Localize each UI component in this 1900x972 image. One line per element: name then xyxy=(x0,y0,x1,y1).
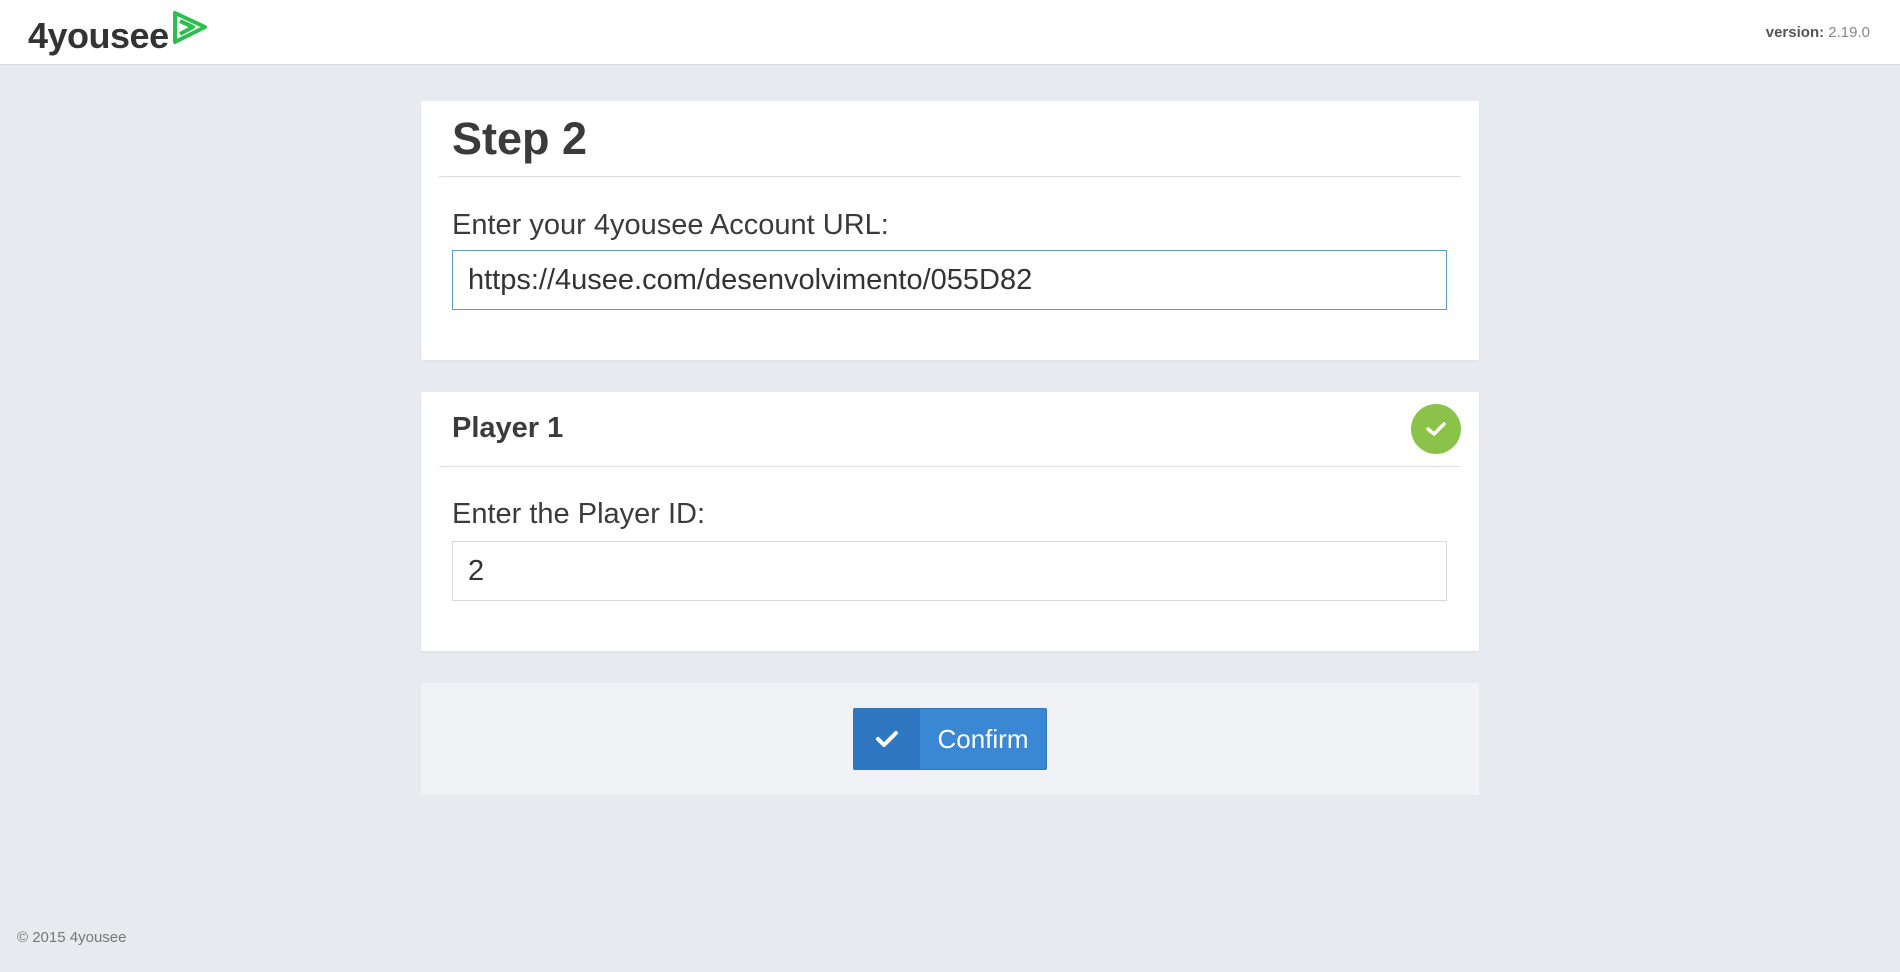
step-title: Step 2 xyxy=(452,113,588,164)
confirm-icon-box xyxy=(854,709,920,769)
top-bar: 4yousee version: 2.19.0 xyxy=(0,0,1900,65)
player-id-label: Enter the Player ID: xyxy=(452,498,706,530)
confirm-button[interactable]: Confirm xyxy=(853,708,1047,770)
version-value: 2.19.0 xyxy=(1828,24,1870,41)
check-icon xyxy=(876,731,898,747)
account-url-label: Enter your 4yousee Account URL: xyxy=(452,209,889,241)
logo: 4yousee xyxy=(28,10,209,60)
player-card: Player 1 Enter the Player ID: xyxy=(421,392,1479,651)
step-card-header: Step 2 xyxy=(439,101,1461,177)
player-id-input[interactable] xyxy=(452,541,1447,601)
check-icon xyxy=(1426,422,1446,436)
step-card: Step 2 Enter your 4yousee Account URL: xyxy=(421,101,1479,360)
check-circle-icon xyxy=(1411,404,1461,454)
account-url-input[interactable] xyxy=(452,250,1447,310)
player-card-header: Player 1 xyxy=(439,392,1461,467)
play-triangle-icon xyxy=(172,11,207,44)
actions-panel: Confirm xyxy=(421,683,1479,795)
copyright-text: © 2015 4yousee xyxy=(17,929,127,946)
version-label: version: xyxy=(1765,24,1825,41)
player-title: Player 1 xyxy=(452,412,564,444)
confirm-label: Confirm xyxy=(937,723,1029,754)
logo-text: 4yousee xyxy=(28,15,169,56)
version-info: version: 2.19.0 xyxy=(1766,24,1870,41)
